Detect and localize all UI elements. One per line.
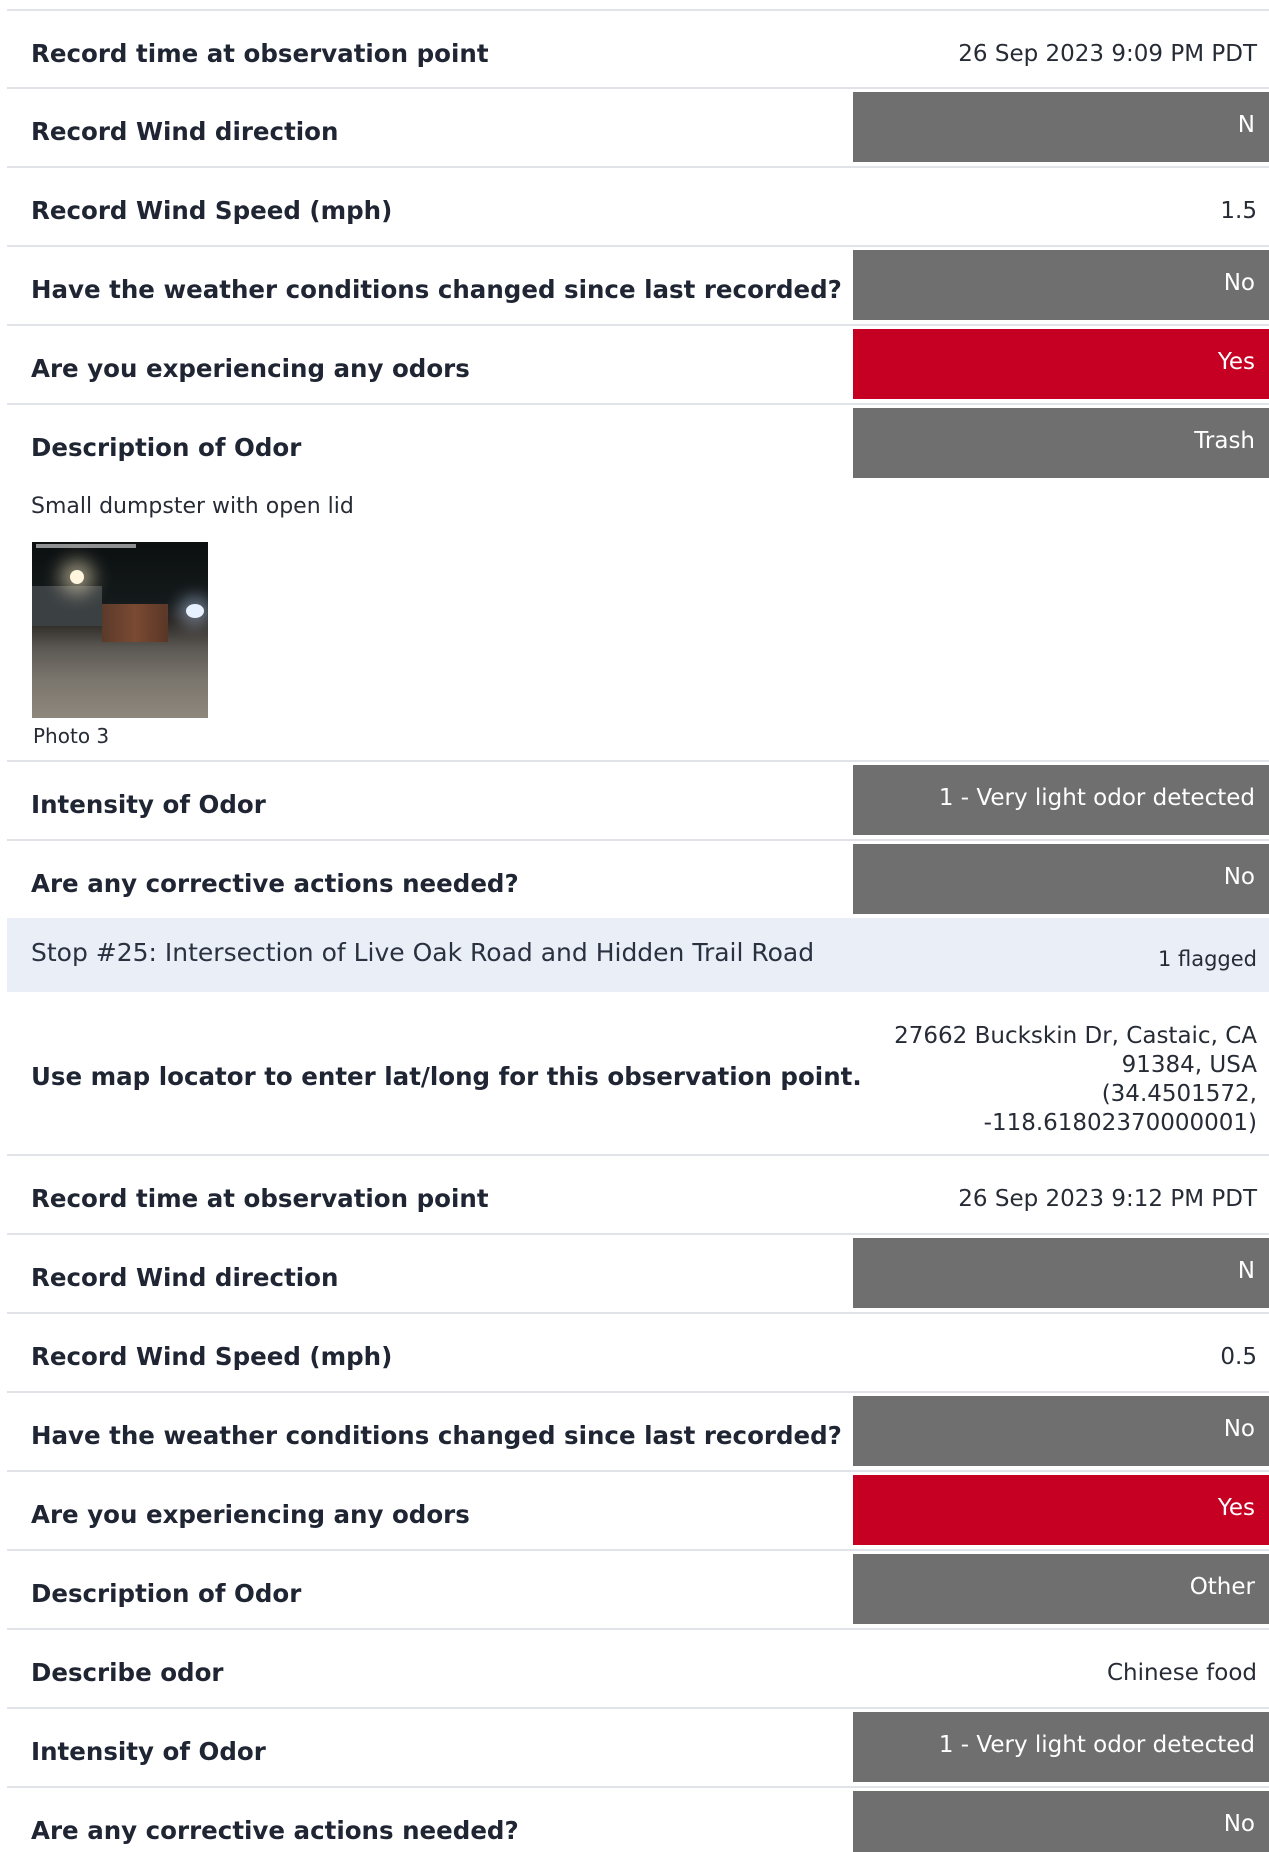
odors-label-2: Are you experiencing any odors	[31, 1500, 470, 1529]
odors-row: Are you experiencing any odors Yes	[7, 324, 1269, 403]
intensity-label: Intensity of Odor	[31, 790, 266, 819]
odor-description-row-2: Description of Odor Other	[7, 1549, 1269, 1628]
photo-caption: Photo 3	[33, 724, 110, 748]
record-time-value: 26 Sep 2023 9:09 PM PDT	[958, 41, 1257, 67]
wind-direction-value: N	[1237, 112, 1255, 138]
odor-description-value: Trash	[1194, 428, 1255, 454]
wind-direction-badge: N	[853, 92, 1269, 162]
intensity-label-2: Intensity of Odor	[31, 1737, 266, 1766]
address-line-2: 91384, USA	[1121, 1052, 1257, 1078]
record-time-row-2: Record time at observation point 26 Sep …	[7, 1154, 1269, 1233]
photo-light	[186, 604, 204, 618]
corrective-badge-2: No	[853, 1791, 1269, 1852]
record-time-value-2: 26 Sep 2023 9:12 PM PDT	[958, 1186, 1257, 1212]
weather-changed-row: Have the weather conditions changed sinc…	[7, 245, 1269, 324]
photo-street-light	[70, 570, 84, 584]
address-line-1: 27662 Buckskin Dr, Castaic, CA	[894, 1023, 1257, 1049]
corrective-label: Are any corrective actions needed?	[31, 869, 519, 898]
intensity-badge: 1 - Very light odor detected	[853, 765, 1269, 835]
corrective-value-2: No	[1223, 1811, 1255, 1837]
odors-badge-2: Yes	[853, 1475, 1269, 1545]
stop-title: Stop #25: Intersection of Live Oak Road …	[31, 938, 815, 967]
weather-changed-row-2: Have the weather conditions changed sinc…	[7, 1391, 1269, 1470]
odors-row-2: Are you experiencing any odors Yes	[7, 1470, 1269, 1549]
weather-changed-value-2: No	[1223, 1416, 1255, 1442]
odors-value: Yes	[1217, 349, 1255, 375]
weather-changed-label-2: Have the weather conditions changed sinc…	[31, 1421, 842, 1450]
wind-speed-row: Record Wind Speed (mph) 1.5	[7, 166, 1269, 245]
odors-value-2: Yes	[1217, 1495, 1255, 1521]
wind-speed-value: 1.5	[1220, 198, 1257, 224]
address-line-3: (34.4501572,	[1101, 1081, 1257, 1107]
wind-direction-value-2: N	[1237, 1258, 1255, 1284]
wind-speed-label: Record Wind Speed (mph)	[31, 196, 393, 225]
weather-changed-badge-2: No	[853, 1396, 1269, 1466]
intensity-value-2: 1 - Very light odor detected	[938, 1732, 1255, 1758]
wind-direction-row: Record Wind direction N	[7, 87, 1269, 166]
corrective-row-2: Are any corrective actions needed? No	[7, 1786, 1269, 1852]
map-locator-label: Use map locator to enter lat/long for th…	[31, 1062, 862, 1091]
intensity-row: Intensity of Odor 1 - Very light odor de…	[7, 760, 1269, 839]
describe-odor-value: Chinese food	[1106, 1660, 1257, 1686]
address-line-4: -118.61802370000001)	[983, 1110, 1257, 1136]
wind-direction-label-2: Record Wind direction	[31, 1263, 339, 1292]
weather-changed-label: Have the weather conditions changed sinc…	[31, 275, 842, 304]
odor-description-label-2: Description of Odor	[31, 1579, 302, 1608]
odor-note: Small dumpster with open lid	[31, 494, 354, 519]
odor-description-value-2: Other	[1189, 1574, 1255, 1600]
weather-changed-badge: No	[853, 250, 1269, 320]
wind-direction-badge-2: N	[853, 1238, 1269, 1308]
photo-timestamp	[36, 544, 136, 548]
wind-direction-label: Record Wind direction	[31, 117, 339, 146]
record-time-label: Record time at observation point	[31, 39, 489, 68]
corrective-value: No	[1223, 864, 1255, 890]
odor-description-badge-2: Other	[853, 1554, 1269, 1624]
wind-speed-value-2: 0.5	[1220, 1344, 1257, 1370]
describe-odor-label: Describe odor	[31, 1658, 224, 1687]
odor-description-label: Description of Odor	[31, 433, 302, 462]
stop-header[interactable]: Stop #25: Intersection of Live Oak Road …	[7, 918, 1269, 992]
intensity-badge-2: 1 - Very light odor detected	[853, 1712, 1269, 1782]
corrective-badge: No	[853, 844, 1269, 914]
record-time-row: Record time at observation point 26 Sep …	[7, 9, 1269, 87]
observation-photo[interactable]	[32, 542, 208, 718]
inspection-report: Record time at observation point 26 Sep …	[0, 0, 1269, 1852]
odors-label: Are you experiencing any odors	[31, 354, 470, 383]
odors-badge: Yes	[853, 329, 1269, 399]
corrective-row: Are any corrective actions needed? No	[7, 839, 1269, 918]
describe-odor-row: Describe odor Chinese food	[7, 1628, 1269, 1707]
flagged-count: 1 flagged	[1157, 947, 1257, 971]
record-time-label-2: Record time at observation point	[31, 1184, 489, 1213]
intensity-row-2: Intensity of Odor 1 - Very light odor de…	[7, 1707, 1269, 1786]
wind-speed-row-2: Record Wind Speed (mph) 0.5	[7, 1312, 1269, 1391]
photo-building	[32, 586, 102, 626]
odor-description-badge: Trash	[853, 408, 1269, 478]
photo-brick-wall	[102, 604, 168, 642]
corrective-label-2: Are any corrective actions needed?	[31, 1816, 519, 1845]
wind-speed-label-2: Record Wind Speed (mph)	[31, 1342, 393, 1371]
weather-changed-value: No	[1223, 270, 1255, 296]
location-address[interactable]: 27662 Buckskin Dr, Castaic, CA 91384, US…	[894, 1022, 1257, 1138]
wind-direction-row-2: Record Wind direction N	[7, 1233, 1269, 1312]
intensity-value: 1 - Very light odor detected	[938, 785, 1255, 811]
